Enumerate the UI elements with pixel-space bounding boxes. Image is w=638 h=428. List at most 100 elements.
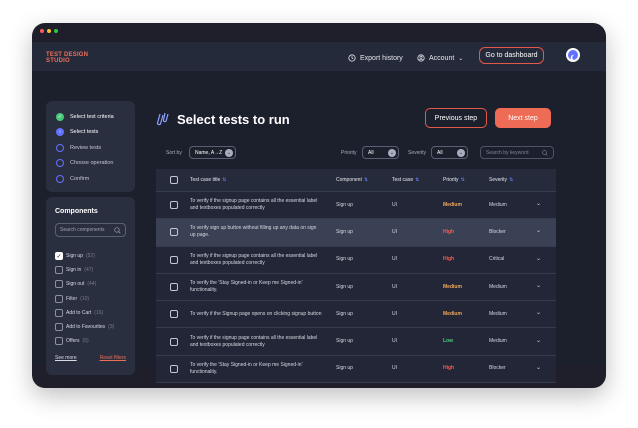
chevron-down-icon[interactable]: ⌄ bbox=[536, 364, 541, 371]
component-filter-item[interactable]: Add to Cart (16) bbox=[55, 306, 126, 320]
component-filter-item[interactable]: Filter (10) bbox=[55, 292, 126, 306]
table-row[interactable]: To verify if the signup page contains al… bbox=[156, 246, 556, 274]
row-title-text: To verify the 'Stay Signed-in or Keep me… bbox=[190, 280, 303, 294]
table-row[interactable]: To verify the 'Stay Signed-in or Keep me… bbox=[156, 273, 556, 302]
export-history-button[interactable]: Export history bbox=[348, 54, 403, 62]
table-row[interactable]: To verify sign up button without filling… bbox=[156, 219, 556, 247]
window-controls bbox=[40, 29, 58, 33]
row-severity: Blocker bbox=[489, 219, 506, 245]
header-test-case[interactable]: Test case ⇅ bbox=[392, 169, 419, 191]
checkbox[interactable] bbox=[55, 294, 63, 303]
row-component-text: Sign up bbox=[336, 338, 353, 345]
empty-circle-icon bbox=[56, 174, 64, 183]
chevron-down-icon[interactable]: ⌄ bbox=[536, 309, 541, 316]
step-item[interactable]: Review tests bbox=[56, 140, 135, 156]
row-checkbox[interactable] bbox=[170, 255, 178, 264]
row-priority-text: High bbox=[443, 256, 455, 263]
sort-arrows-icon: ⇅ bbox=[222, 176, 227, 183]
header-title-label: Test case title bbox=[190, 176, 221, 183]
row-test-case-text: UI bbox=[392, 283, 397, 290]
row-severity-text: Medium bbox=[489, 283, 507, 290]
chevron-down-icon: ⌄ bbox=[388, 148, 396, 157]
close-dot[interactable] bbox=[40, 29, 44, 33]
component-label: Offers bbox=[66, 338, 80, 345]
step-item[interactable]: Choose operation bbox=[56, 156, 135, 172]
row-severity-text: Critical bbox=[489, 256, 505, 263]
component-filter-item[interactable]: Sign in (47) bbox=[55, 263, 126, 277]
reset-filters-link[interactable]: Reset filters bbox=[100, 355, 126, 361]
checkbox[interactable] bbox=[55, 280, 63, 289]
row-severity-text: Medium bbox=[489, 201, 507, 208]
select-all-checkbox[interactable] bbox=[170, 176, 178, 184]
previous-step-button[interactable]: Previous step bbox=[425, 108, 487, 128]
severity-select[interactable]: All ⌄ bbox=[431, 146, 468, 159]
priority-select[interactable]: All ⌄ bbox=[362, 146, 399, 159]
chevron-down-icon[interactable]: ⌄ bbox=[536, 282, 541, 289]
row-severity-text: Medium bbox=[489, 310, 507, 317]
row-severity-text: Blocker bbox=[489, 228, 506, 235]
row-component: Sign up bbox=[336, 192, 353, 218]
chevron-down-icon[interactable]: ⌄ bbox=[536, 255, 541, 262]
components-heading: Components bbox=[55, 208, 98, 215]
header-component[interactable]: Component ⇅ bbox=[336, 169, 368, 191]
row-title-text: To verify if the signup page contains al… bbox=[190, 198, 318, 212]
row-priority-text: High bbox=[443, 228, 455, 235]
step-item[interactable]: ✓ Select test criteria bbox=[56, 109, 135, 125]
header-priority[interactable]: Priority ⇅ bbox=[443, 169, 465, 191]
go-to-dashboard-button[interactable]: Go to dashboard bbox=[479, 47, 544, 64]
check-circle-icon: ✓ bbox=[56, 112, 64, 121]
chevron-down-icon[interactable]: ⌄ bbox=[536, 337, 541, 344]
components-panel: Components Search components ✓ Sign up (52… bbox=[46, 197, 135, 375]
row-priority: Low bbox=[443, 328, 453, 354]
component-label: Sign out bbox=[66, 281, 85, 288]
user-circle-icon bbox=[417, 54, 425, 62]
sort-select[interactable]: Name, A→Z ⌄ bbox=[189, 146, 236, 159]
table-row[interactable]: To verify if the Signup page opens on cl… bbox=[156, 301, 556, 329]
checkbox[interactable] bbox=[55, 323, 63, 332]
component-filter-item[interactable]: Add to Favourites (3) bbox=[55, 320, 126, 334]
theme-toggle[interactable] bbox=[566, 48, 580, 62]
keyword-search-input[interactable]: Search by keyword bbox=[480, 146, 554, 159]
chevron-down-icon[interactable]: ⌄ bbox=[536, 200, 541, 207]
minimize-dot[interactable] bbox=[47, 29, 51, 33]
step-item[interactable]: Confirm bbox=[56, 171, 135, 187]
table-row[interactable]: To verify if the signup page contains al… bbox=[156, 328, 556, 356]
chevron-down-icon[interactable]: ⌄ bbox=[536, 227, 541, 234]
see-more-link[interactable]: See more bbox=[55, 355, 77, 361]
search-icon bbox=[114, 226, 121, 234]
row-title: To verify the 'Stay Signed-in or Keep me… bbox=[190, 356, 322, 382]
component-filter-item[interactable]: Sign out (44) bbox=[55, 277, 126, 291]
row-checkbox[interactable] bbox=[170, 283, 178, 292]
table-row[interactable]: To verify if the signup page contains al… bbox=[156, 192, 556, 220]
checkbox[interactable] bbox=[55, 337, 63, 346]
component-filter-item[interactable]: ✓ Sign up (52) bbox=[55, 249, 126, 263]
component-count: (10) bbox=[80, 295, 90, 302]
row-checkbox[interactable] bbox=[170, 337, 178, 346]
row-priority-text: Low bbox=[443, 338, 453, 345]
checkbox[interactable]: ✓ bbox=[55, 252, 63, 261]
row-checkbox[interactable] bbox=[170, 310, 178, 319]
components-list: ✓ Sign up (52) Sign in (47) Sign out (44) Filte… bbox=[55, 249, 126, 348]
account-menu[interactable]: Account ⌄ bbox=[417, 54, 463, 62]
row-checkbox[interactable] bbox=[170, 228, 178, 237]
maximize-dot[interactable] bbox=[54, 29, 58, 33]
row-checkbox[interactable] bbox=[170, 201, 178, 210]
header-component-label: Component bbox=[336, 176, 362, 183]
components-footer: See more Reset filters bbox=[55, 355, 126, 361]
header-title[interactable]: Test case title ⇅ bbox=[190, 169, 227, 191]
logo[interactable]: TEST DESIGN STUDIO bbox=[46, 52, 88, 64]
chevron-down-icon: ⌄ bbox=[458, 55, 464, 62]
components-search-input[interactable]: Search components bbox=[55, 223, 126, 237]
component-filter-item[interactable]: Offers (5) bbox=[55, 334, 126, 348]
header-severity[interactable]: Severity ⇅ bbox=[489, 169, 513, 191]
table-row[interactable]: To verify the 'Stay Signed-in or Keep me… bbox=[156, 355, 556, 384]
test-tubes-icon bbox=[156, 112, 169, 126]
component-label: Filter bbox=[66, 295, 78, 302]
step-item[interactable]: › Select tests bbox=[56, 125, 135, 141]
row-checkbox[interactable] bbox=[170, 364, 178, 373]
tests-table: Test case title ⇅ Component ⇅ Test case ⇅ P… bbox=[156, 169, 556, 384]
next-step-button[interactable]: Next step bbox=[495, 108, 551, 128]
checkbox[interactable] bbox=[55, 266, 63, 275]
checkbox[interactable] bbox=[55, 308, 63, 317]
row-test-case-text: UI bbox=[392, 338, 397, 345]
